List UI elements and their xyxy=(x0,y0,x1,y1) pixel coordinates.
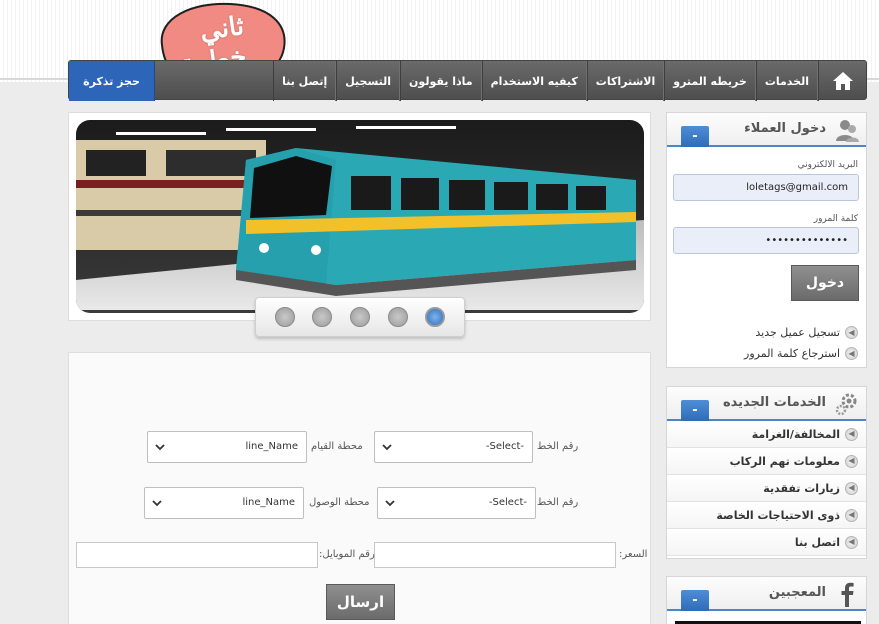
fans-box-title: المعجبين xyxy=(768,585,826,600)
arrival-station-select[interactable]: line_Name xyxy=(144,487,304,519)
price-field[interactable] xyxy=(374,542,616,568)
new-services-box: الخدمات الجديده - ◀ المخالفة/الغرامة ◀ م… xyxy=(666,386,867,559)
login-box-header: دخول العملاء - xyxy=(667,113,866,147)
fans-box-header: المعجبين - xyxy=(667,577,866,611)
line-number-label: رقم الخط xyxy=(537,497,579,508)
nav-item-services[interactable]: الخدمات xyxy=(755,61,818,101)
nav-item-metro-map[interactable]: خريطه المترو xyxy=(664,61,756,101)
chevron-down-icon xyxy=(382,444,392,451)
email-label: البريد الالكتروني xyxy=(797,160,858,170)
email-field[interactable]: loletags@gmail.com xyxy=(673,174,859,201)
arrow-left-icon: ◀ xyxy=(845,326,858,339)
nav-item-testimonials[interactable]: ماذا يقولون xyxy=(400,61,482,101)
arrow-left-icon: ◀ xyxy=(845,535,858,549)
fans-box-collapse-button[interactable]: - xyxy=(681,590,709,611)
home-icon xyxy=(832,72,853,90)
services-box-title: الخدمات الجديده xyxy=(722,395,826,410)
service-item-special-needs[interactable]: ◀ ذوى الاحتياجات الخاصة xyxy=(667,502,866,529)
slider-dot-4[interactable] xyxy=(387,307,408,327)
nav-item-contact[interactable]: إتصل بنا xyxy=(273,61,337,101)
recover-password-link[interactable]: ◀ استرجاع كلمة المرور xyxy=(744,347,858,360)
book-ticket-button[interactable]: حجز تذكرة xyxy=(69,61,155,101)
facebook-icon xyxy=(841,582,854,607)
login-box-title: دخول العملاء xyxy=(744,121,826,136)
service-item-contact[interactable]: ◀ اتصل بنا xyxy=(667,529,866,556)
service-item-inspection-visits[interactable]: ◀ زيارات تفقدية xyxy=(667,475,866,502)
departure-station-select[interactable]: line_Name xyxy=(147,431,307,463)
arrow-left-icon: ◀ xyxy=(845,508,858,522)
gear-icon xyxy=(835,393,857,416)
customer-login-box: دخول العملاء - البريد الالكتروني loletag… xyxy=(666,112,867,368)
service-item-violations[interactable]: ◀ المخالفة/الغرامة xyxy=(667,421,866,448)
mobile-field[interactable] xyxy=(76,542,318,568)
fans-box: المعجبين - xyxy=(666,576,867,624)
slider-dot-3[interactable] xyxy=(349,307,370,327)
nav-item-register[interactable]: التسجيل xyxy=(336,61,401,101)
chevron-down-icon xyxy=(385,500,395,507)
mobile-label: رقم الموبايل: xyxy=(319,549,375,560)
services-list: ◀ المخالفة/الغرامة ◀ معلومات تهم الركاب … xyxy=(667,421,866,556)
arrow-left-icon: ◀ xyxy=(845,347,858,360)
nav-item-how-to-use[interactable]: كيفيه الاستخدام xyxy=(481,61,587,101)
departure-station-label: محطة القيام xyxy=(311,441,363,452)
slider-dot-5[interactable] xyxy=(425,307,446,327)
send-button[interactable]: ارسال xyxy=(326,584,395,620)
services-box-collapse-button[interactable]: - xyxy=(681,400,709,421)
nav-item-subscriptions[interactable]: الاشتراكات xyxy=(586,61,665,101)
chevron-down-icon xyxy=(155,444,165,451)
register-new-customer-link[interactable]: ◀ تسجيل عميل جديد xyxy=(755,326,858,339)
slider-dot-1[interactable] xyxy=(274,307,295,327)
login-box-collapse-button[interactable]: - xyxy=(681,126,709,147)
services-box-header: الخدمات الجديده - xyxy=(667,387,866,421)
departure-line-select[interactable]: -Select- xyxy=(374,431,533,463)
password-label: كلمة المرور xyxy=(813,214,858,224)
login-button[interactable]: دخول xyxy=(791,265,859,301)
line-number-label: رقم الخط xyxy=(537,441,579,452)
service-item-passenger-info[interactable]: ◀ معلومات تهم الركاب xyxy=(667,448,866,475)
arrow-left-icon: ◀ xyxy=(845,427,858,441)
image-slider xyxy=(68,112,651,337)
price-label: السعر: xyxy=(619,549,648,560)
password-field[interactable]: •••••••••••••• xyxy=(673,227,859,254)
ticket-booking-form: رقم الخط -Select- محطة القيام line_Name … xyxy=(68,352,651,624)
nav-home[interactable] xyxy=(818,61,866,101)
arrow-left-icon: ◀ xyxy=(845,481,858,495)
main-navbar: حجز تذكرة الخدمات خريطه المترو الاشتراكا… xyxy=(68,60,867,101)
arrival-station-label: محطة الوصول xyxy=(309,497,370,508)
nav-menu: الخدمات خريطه المترو الاشتراكات كيفيه ال… xyxy=(273,61,866,101)
slider-dot-2[interactable] xyxy=(312,307,333,327)
slide-image-metro-train[interactable] xyxy=(76,120,644,313)
arrival-line-select[interactable]: -Select- xyxy=(377,487,536,519)
slider-pagination xyxy=(255,297,465,337)
chevron-down-icon xyxy=(152,500,162,507)
arrow-left-icon: ◀ xyxy=(845,454,858,468)
user-icon xyxy=(836,120,859,142)
